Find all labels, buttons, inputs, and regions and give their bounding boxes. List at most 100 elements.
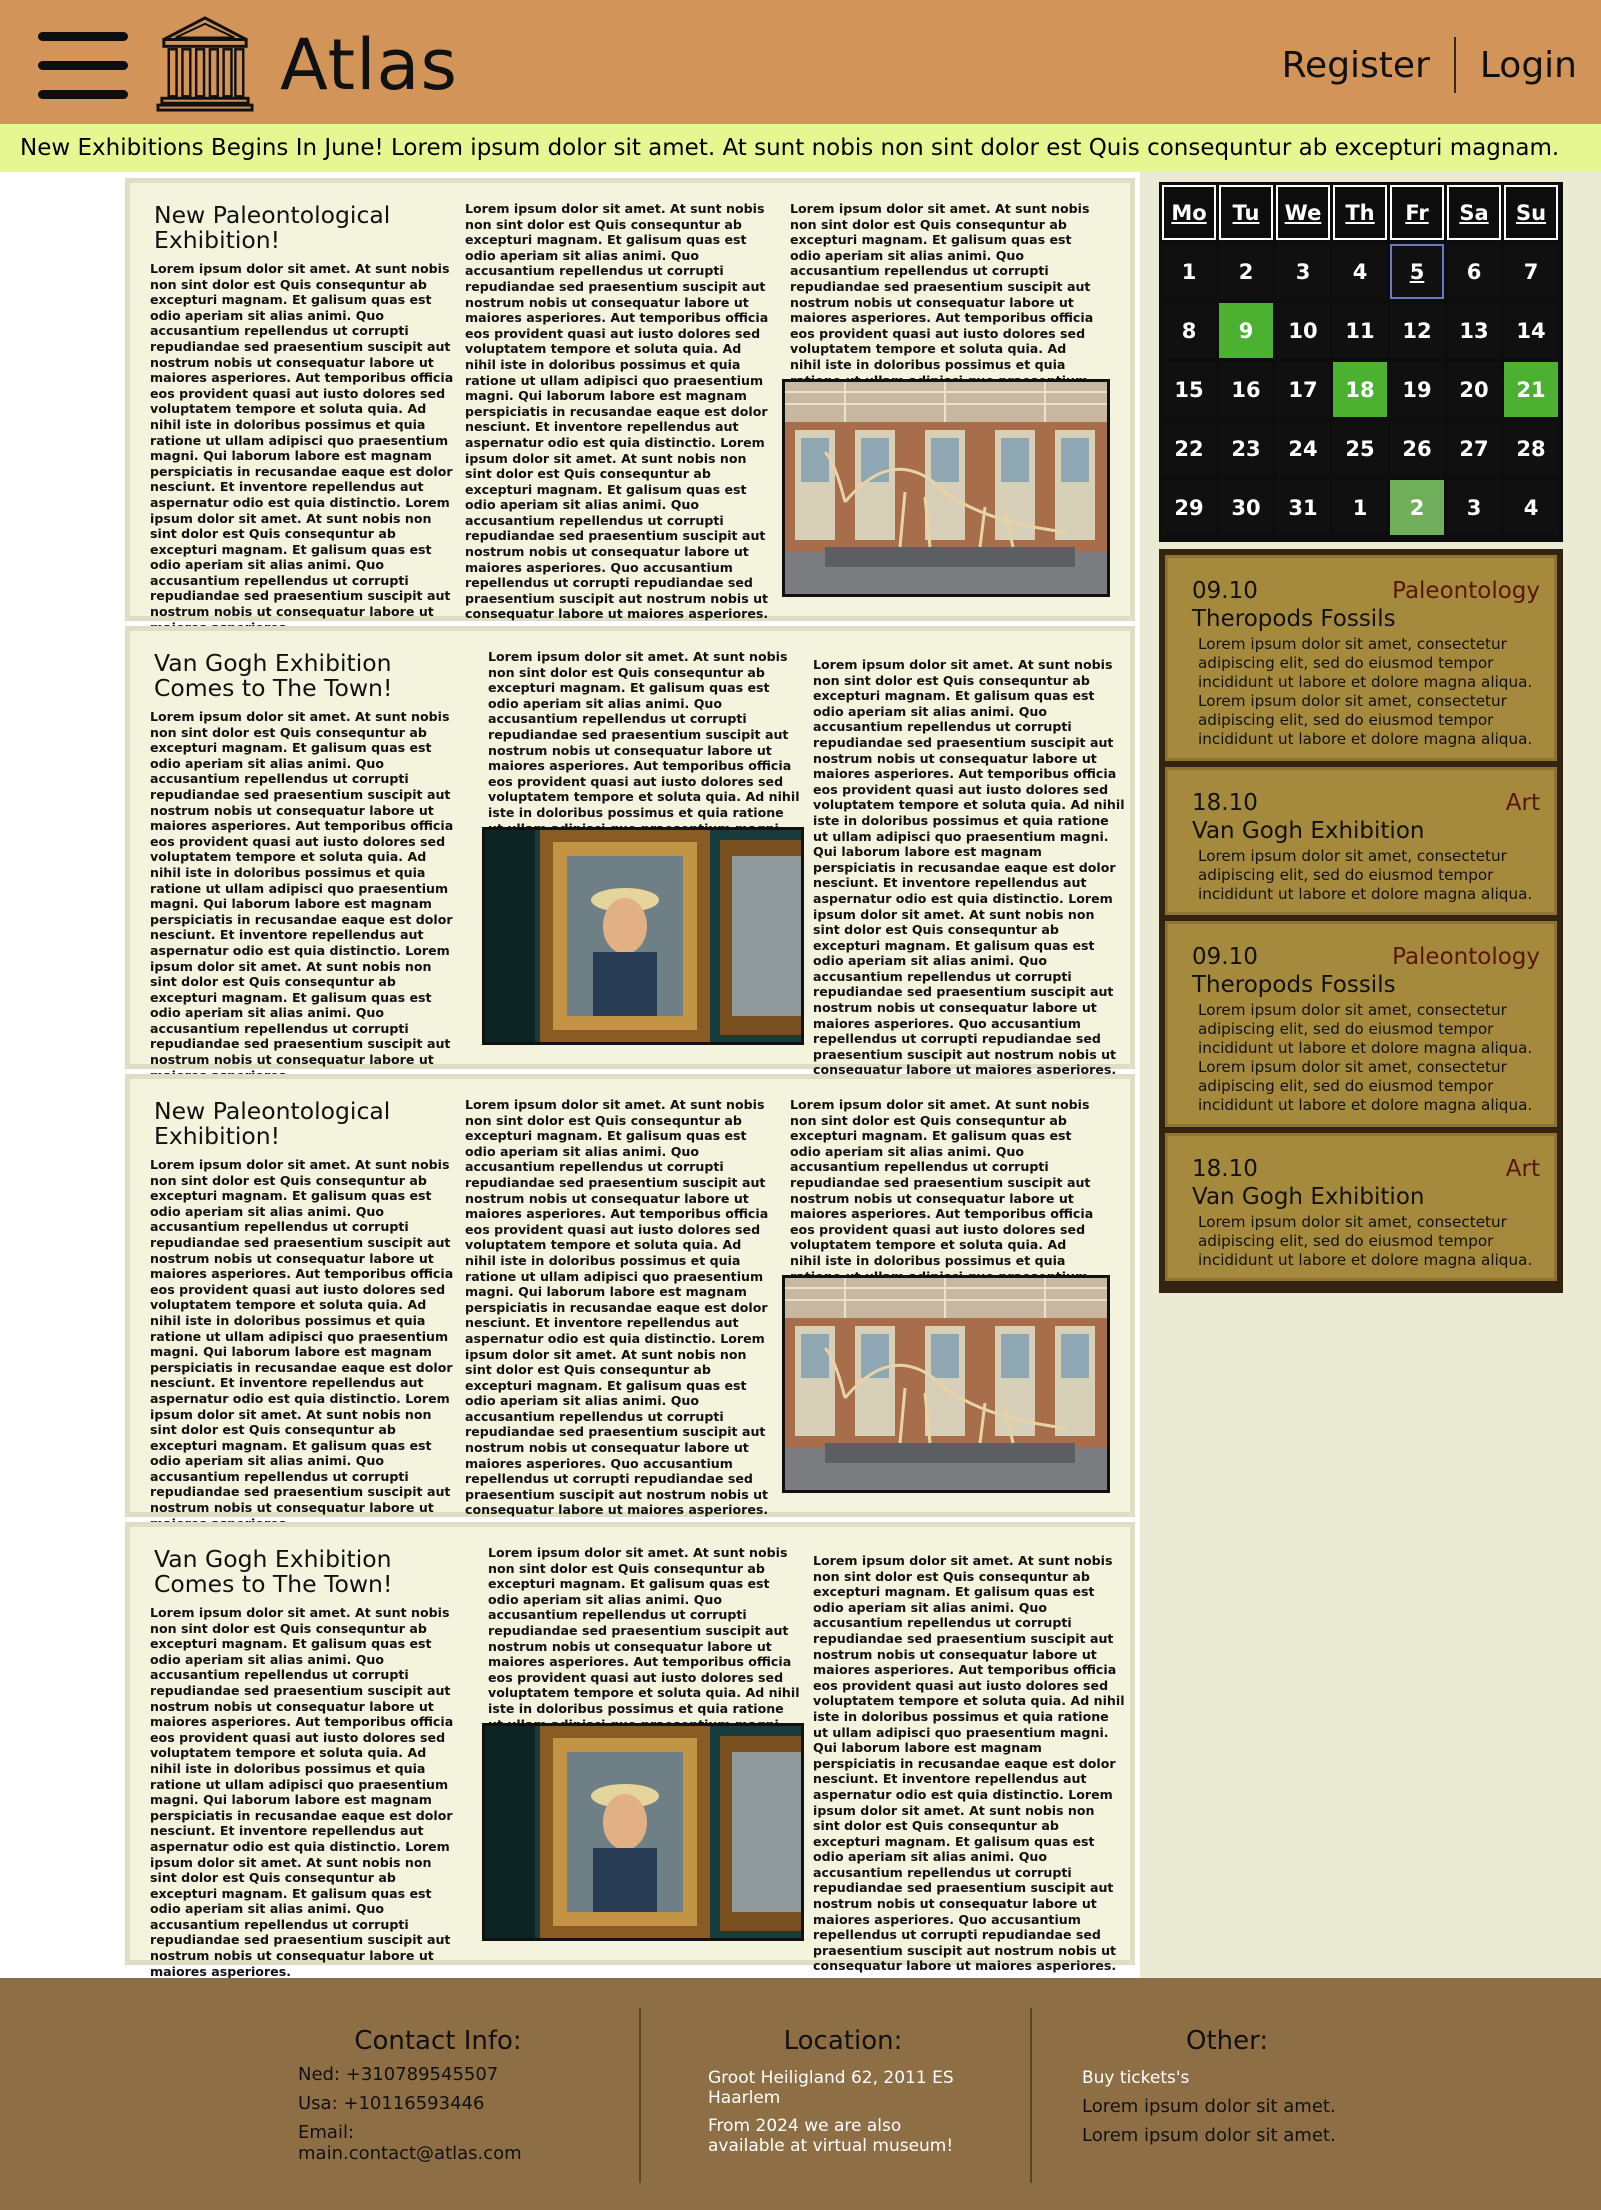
calendar-day[interactable]: 6 — [1447, 244, 1501, 299]
calendar-day[interactable]: 9 — [1219, 303, 1273, 358]
calendar-day[interactable]: 2 — [1390, 480, 1444, 535]
location-address: Groot Heiligland 62, 2011 ES Haarlem — [708, 2068, 954, 2108]
footer-heading: Location: — [783, 2026, 903, 2056]
article-text-col-1: Lorem ipsum dolor sit amet. At sunt nobi… — [150, 709, 454, 1083]
calendar-grid: Mo Tu We Th Fr Sa Su 1 2 3 4 5 6 7 8 9 10 11 12 13 14… — [1162, 185, 1560, 535]
event-description: Lorem ipsum dolor sit amet, consectetur … — [1198, 1001, 1533, 1114]
buy-tickets-link[interactable]: Buy tickets's — [1082, 2068, 1362, 2088]
phone-ned[interactable]: Ned: +310789545507 — [298, 2064, 578, 2085]
event-category: Paleontology — [1392, 944, 1540, 970]
footer-other-link[interactable]: Lorem ipsum dolor sit amet. — [1082, 2125, 1362, 2146]
calendar-day[interactable]: 24 — [1276, 421, 1330, 476]
contact-email[interactable]: Email: main.contact@atlas.com — [298, 2122, 578, 2164]
event-calendar: Mo Tu We Th Fr Sa Su 1 2 3 4 5 6 7 8 9 10 11 12 13 14… — [1159, 182, 1563, 542]
weekday-header: Th — [1333, 185, 1387, 240]
event-title: Theropods Fossils — [1192, 972, 1396, 998]
footer-contact: Contact Info: Ned: +310789545507 Usa: +1… — [298, 2026, 578, 2164]
calendar-day[interactable]: 10 — [1276, 303, 1330, 358]
event-card[interactable]: 18.10 Art Van Gogh Exhibition Lorem ipsu… — [1165, 767, 1557, 915]
event-category: Paleontology — [1392, 578, 1540, 604]
calendar-day[interactable]: 19 — [1390, 362, 1444, 417]
register-link[interactable]: Register — [1258, 45, 1454, 86]
van-gogh-portrait-image[interactable] — [482, 1723, 804, 1941]
event-description: Lorem ipsum dolor sit amet, consectetur … — [1198, 635, 1533, 748]
event-title: Van Gogh Exhibition — [1192, 1184, 1425, 1210]
phone-usa[interactable]: Usa: +10116593446 — [298, 2093, 578, 2114]
event-title: Van Gogh Exhibition — [1192, 818, 1425, 844]
footer-other-link[interactable]: Lorem ipsum dolor sit amet. — [1082, 2096, 1362, 2117]
article-title[interactable]: Van Gogh Exhibition Comes to The Town! — [154, 651, 414, 701]
dinosaur-skeleton-image[interactable] — [782, 379, 1110, 597]
auth-nav: Register Login — [1258, 34, 1601, 96]
event-description: Lorem ipsum dolor sit amet, consectetur … — [1198, 1213, 1533, 1269]
article-title[interactable]: New Paleontological Exhibition! — [154, 1099, 414, 1149]
event-card[interactable]: 09.10 Paleontology Theropods Fossils Lor… — [1165, 555, 1557, 761]
calendar-day[interactable]: 2 — [1219, 244, 1273, 299]
calendar-day[interactable]: 29 — [1162, 480, 1216, 535]
calendar-day[interactable]: 26 — [1390, 421, 1444, 476]
calendar-day[interactable]: 18 — [1333, 362, 1387, 417]
article-title[interactable]: New Paleontological Exhibition! — [154, 203, 414, 253]
calendar-day[interactable]: 15 — [1162, 362, 1216, 417]
article-card: Van Gogh Exhibition Comes to The Town! L… — [125, 626, 1135, 1083]
weekday-header: Tu — [1219, 185, 1273, 240]
calendar-day[interactable]: 30 — [1219, 480, 1273, 535]
article-text-col-2: Lorem ipsum dolor sit amet. At sunt nobi… — [465, 201, 769, 622]
article-text-col-2: Lorem ipsum dolor sit amet. At sunt nobi… — [465, 1097, 769, 1518]
dinosaur-skeleton-image[interactable] — [782, 1275, 1110, 1493]
article-title[interactable]: Van Gogh Exhibition Comes to The Town! — [154, 1547, 414, 1597]
weekday-header: Fr — [1390, 185, 1444, 240]
login-link[interactable]: Login — [1456, 45, 1601, 86]
calendar-day[interactable]: 21 — [1504, 362, 1558, 417]
article-card: New Paleontological Exhibition! Lorem ip… — [125, 1074, 1135, 1531]
calendar-day[interactable]: 8 — [1162, 303, 1216, 358]
calendar-day[interactable]: 5 — [1390, 244, 1444, 299]
calendar-day[interactable]: 31 — [1276, 480, 1330, 535]
article-text-col-2: Lorem ipsum dolor sit amet. At sunt nobi… — [488, 649, 800, 851]
virtual-museum-note: From 2024 we are also available at virtu… — [708, 2116, 954, 2156]
article-card: New Paleontological Exhibition! Lorem ip… — [125, 178, 1135, 635]
footer-divider — [639, 2008, 641, 2183]
calendar-day[interactable]: 28 — [1504, 421, 1558, 476]
calendar-day[interactable]: 16 — [1219, 362, 1273, 417]
van-gogh-portrait-image[interactable] — [482, 827, 804, 1045]
events-list: 09.10 Paleontology Theropods Fossils Lor… — [1159, 549, 1563, 1293]
calendar-day[interactable]: 4 — [1504, 480, 1558, 535]
event-card[interactable]: 18.10 Art Van Gogh Exhibition Lorem ipsu… — [1165, 1133, 1557, 1281]
calendar-day[interactable]: 14 — [1504, 303, 1558, 358]
hamburger-menu-icon[interactable] — [38, 32, 128, 100]
weekday-header: Su — [1504, 185, 1558, 240]
footer-divider — [1030, 2008, 1032, 2183]
event-description: Lorem ipsum dolor sit amet, consectetur … — [1198, 847, 1533, 903]
event-category: Art — [1505, 790, 1540, 816]
calendar-day[interactable]: 12 — [1390, 303, 1444, 358]
article-text-col-1: Lorem ipsum dolor sit amet. At sunt nobi… — [150, 1605, 454, 1979]
article-card: Van Gogh Exhibition Comes to The Town! L… — [125, 1522, 1135, 1979]
calendar-day[interactable]: 4 — [1333, 244, 1387, 299]
weekday-header: We — [1276, 185, 1330, 240]
calendar-day[interactable]: 3 — [1447, 480, 1501, 535]
calendar-day[interactable]: 22 — [1162, 421, 1216, 476]
article-text-col-1: Lorem ipsum dolor sit amet. At sunt nobi… — [150, 261, 454, 635]
calendar-day[interactable]: 3 — [1276, 244, 1330, 299]
article-text-col-3: Lorem ipsum dolor sit amet. At sunt nobi… — [813, 657, 1125, 1078]
calendar-day[interactable]: 17 — [1276, 362, 1330, 417]
calendar-day[interactable]: 13 — [1447, 303, 1501, 358]
calendar-day[interactable]: 27 — [1447, 421, 1501, 476]
announcement-banner: New Exhibitions Begins In June! Lorem ip… — [0, 124, 1601, 172]
calendar-day[interactable]: 25 — [1333, 421, 1387, 476]
article-text-col-1: Lorem ipsum dolor sit amet. At sunt nobi… — [150, 1157, 454, 1531]
brand-name[interactable]: Atlas — [280, 20, 458, 110]
calendar-day[interactable]: 11 — [1333, 303, 1387, 358]
calendar-day[interactable]: 7 — [1504, 244, 1558, 299]
footer-heading: Contact Info: — [354, 2026, 522, 2056]
calendar-day[interactable]: 20 — [1447, 362, 1501, 417]
article-text-col-3: Lorem ipsum dolor sit amet. At sunt nobi… — [790, 1097, 1094, 1299]
calendar-day[interactable]: 1 — [1162, 244, 1216, 299]
calendar-day[interactable]: 23 — [1219, 421, 1273, 476]
calendar-day[interactable]: 1 — [1333, 480, 1387, 535]
site-footer: Contact Info: Ned: +310789545507 Usa: +1… — [0, 1978, 1601, 2210]
footer-location: Location: Groot Heiligland 62, 2011 ES H… — [708, 2026, 978, 2156]
event-card[interactable]: 09.10 Paleontology Theropods Fossils Lor… — [1165, 921, 1557, 1127]
event-date: 18.10 — [1192, 1156, 1258, 1182]
